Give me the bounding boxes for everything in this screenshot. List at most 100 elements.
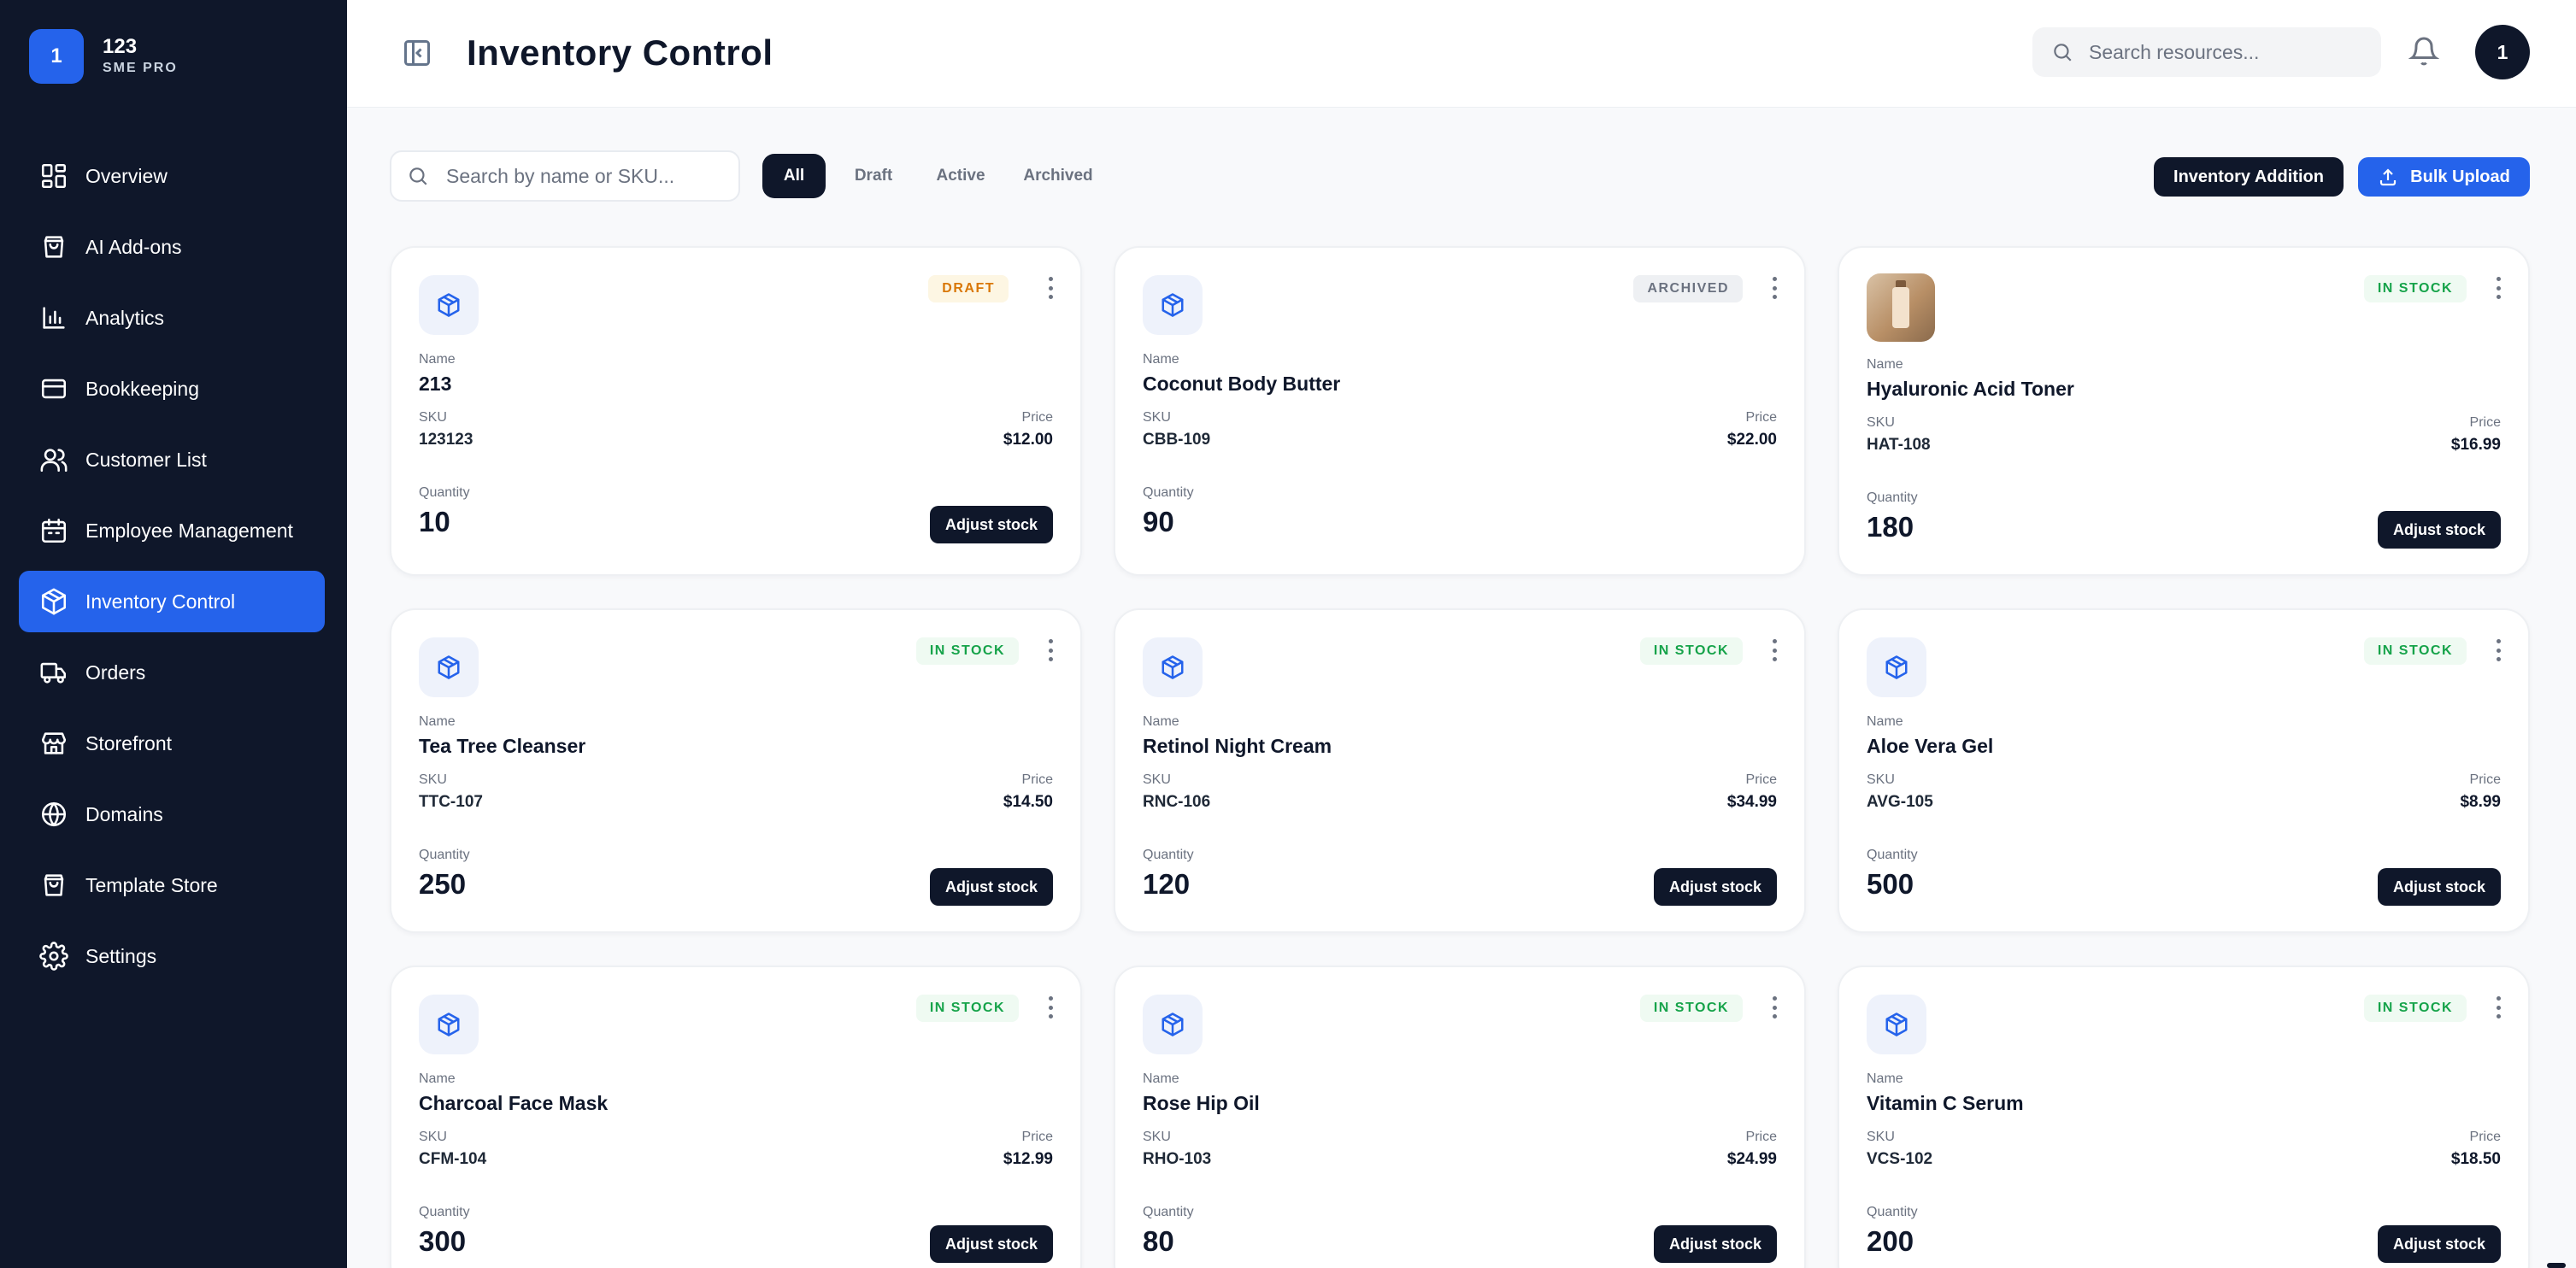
product-price: $18.50 <box>2450 1150 2501 1168</box>
bag-icon <box>44 236 64 258</box>
quantity-label: Quantity <box>1867 848 1918 862</box>
bell-icon[interactable] <box>2408 34 2440 68</box>
sidebar-item-inventory-control[interactable]: Inventory Control <box>19 571 325 632</box>
quantity-label: Quantity <box>1143 848 1194 862</box>
adjust-stock-button[interactable]: Adjust stock <box>930 506 1053 543</box>
sidebar-item-label: Bookkeeping <box>85 377 199 400</box>
page-title: Inventory Control <box>467 32 773 73</box>
name-label: Name <box>419 714 456 729</box>
product-card[interactable]: IN STOCK Name Rose Hip Oil SKU RHO-103 Price $… <box>1114 966 1806 1268</box>
bag-icon <box>44 874 64 896</box>
adjust-stock-button[interactable]: Adjust stock <box>2378 868 2501 906</box>
adjust-stock-button[interactable]: Adjust stock <box>2378 1225 2501 1263</box>
product-search[interactable] <box>390 150 740 202</box>
sidebar-item-storefront[interactable]: Storefront <box>19 713 325 774</box>
inventory-addition-button[interactable]: Inventory Addition <box>2154 157 2344 197</box>
sidebar-toggle-icon[interactable] <box>402 38 432 68</box>
sidebar-item-label: Orders <box>85 660 146 684</box>
filter-active[interactable]: Active <box>923 154 998 198</box>
status-badge: IN STOCK <box>915 637 1019 665</box>
scrollbar[interactable] <box>2547 1263 2566 1268</box>
product-card[interactable]: IN STOCK Name Retinol Night Cream SKU RNC-10… <box>1114 608 1806 933</box>
product-sku: HAT-108 <box>1867 436 1931 454</box>
price-label: Price <box>1021 772 1053 787</box>
more-options-icon[interactable] <box>2494 277 2502 299</box>
bar-chart-icon <box>43 307 65 329</box>
product-quantity: 90 <box>1143 506 1174 537</box>
product-card[interactable]: IN STOCK Name Tea Tree Cleanser SKU TTC-107 P… <box>390 608 1082 933</box>
brand[interactable]: 1 123 SME PRO <box>29 29 178 84</box>
filter-all[interactable]: All <box>762 154 826 198</box>
name-label: Name <box>1143 352 1179 367</box>
more-options-icon[interactable] <box>1046 639 1055 661</box>
price-label: Price <box>1745 772 1777 787</box>
filter-draft[interactable]: Draft <box>838 154 909 198</box>
adjust-stock-button[interactable]: Adjust stock <box>1654 868 1777 906</box>
sidebar-item-label: Template Store <box>85 873 218 896</box>
sidebar-item-label: Overview <box>85 164 168 187</box>
product-card[interactable]: DRAFT Name 213 SKU 123123 Price $12.00 Quantity… <box>390 246 1082 576</box>
quantity-label: Quantity <box>419 1205 470 1219</box>
sidebar: 1 123 SME PRO Overview AI Add-ons Analytic… <box>0 0 347 1268</box>
product-card[interactable]: IN STOCK Name Charcoal Face Mask SKU CFM-104… <box>390 966 1082 1268</box>
quantity-label: Quantity <box>419 485 470 500</box>
sku-label: SKU <box>419 410 447 425</box>
box-icon <box>419 637 479 697</box>
product-price: $12.00 <box>1003 431 1053 449</box>
global-search-input[interactable] <box>2089 40 2362 64</box>
inventory-toolbar: All Draft Active Archived Inventory Addi… <box>390 150 2530 202</box>
product-quantity: 500 <box>1867 868 1914 900</box>
more-options-icon[interactable] <box>1046 277 1055 299</box>
truck-icon <box>40 662 67 684</box>
sidebar-item-settings[interactable]: Settings <box>19 925 325 987</box>
product-sku: CFM-104 <box>419 1150 487 1168</box>
quantity-label: Quantity <box>1143 485 1194 500</box>
product-card[interactable]: IN STOCK Name Vitamin C Serum SKU VCS-102 Pri… <box>1838 966 2530 1268</box>
sidebar-item-label: Customer List <box>85 448 207 471</box>
credit-card-icon <box>41 379 67 399</box>
adjust-stock-button[interactable]: Adjust stock <box>930 868 1053 906</box>
adjust-stock-button[interactable]: Adjust stock <box>930 1225 1053 1263</box>
sidebar-item-label: Inventory Control <box>85 590 236 613</box>
product-price: $8.99 <box>2460 793 2501 811</box>
sidebar-item-template-store[interactable]: Template Store <box>19 854 325 916</box>
more-options-icon[interactable] <box>2494 996 2502 1019</box>
name-label: Name <box>1143 1071 1179 1086</box>
product-sku: AVG-105 <box>1867 793 1933 811</box>
sku-label: SKU <box>1143 772 1171 787</box>
more-options-icon[interactable] <box>1046 996 1055 1019</box>
price-label: Price <box>1745 410 1777 425</box>
more-options-icon[interactable] <box>1770 277 1779 299</box>
more-options-icon[interactable] <box>2494 639 2502 661</box>
product-price: $34.99 <box>1726 793 1777 811</box>
sidebar-item-analytics[interactable]: Analytics <box>19 287 325 349</box>
product-quantity: 80 <box>1143 1225 1174 1257</box>
sidebar-item-employee-management[interactable]: Employee Management <box>19 500 325 561</box>
sidebar-item-customer-list[interactable]: Customer List <box>19 429 325 490</box>
bulk-upload-button[interactable]: Bulk Upload <box>2358 157 2530 197</box>
global-search[interactable] <box>2032 27 2381 77</box>
product-card[interactable]: IN STOCK Name Aloe Vera Gel SKU AVG-105 Price… <box>1838 608 2530 933</box>
product-sku: RHO-103 <box>1143 1150 1212 1168</box>
avatar[interactable]: 1 <box>2475 25 2530 79</box>
product-card[interactable]: IN STOCK Name Hyaluronic Acid Toner SKU HAT-… <box>1838 246 2530 576</box>
sidebar-item-orders[interactable]: Orders <box>19 642 325 703</box>
adjust-stock-button[interactable]: Adjust stock <box>2378 511 2501 549</box>
sidebar-item-domains[interactable]: Domains <box>19 784 325 845</box>
product-sku: RNC-106 <box>1143 793 1211 811</box>
filter-archived[interactable]: Archived <box>1010 154 1106 198</box>
more-options-icon[interactable] <box>1770 996 1779 1019</box>
sidebar-item-bookkeeping[interactable]: Bookkeeping <box>19 358 325 420</box>
name-label: Name <box>1867 1071 1903 1086</box>
sku-label: SKU <box>419 1130 447 1144</box>
upload-icon <box>2380 168 2397 186</box>
sidebar-item-overview[interactable]: Overview <box>19 145 325 207</box>
product-card[interactable]: ARCHIVED Name Coconut Body Butter SKU CBB-10… <box>1114 246 1806 576</box>
product-search-input[interactable] <box>446 164 737 188</box>
adjust-stock-button[interactable]: Adjust stock <box>1654 1225 1777 1263</box>
sidebar-item-ai-add-ons[interactable]: AI Add-ons <box>19 216 325 278</box>
more-options-icon[interactable] <box>1770 639 1779 661</box>
box-icon <box>419 995 479 1054</box>
product-quantity: 180 <box>1867 511 1914 543</box>
price-label: Price <box>1021 1130 1053 1144</box>
